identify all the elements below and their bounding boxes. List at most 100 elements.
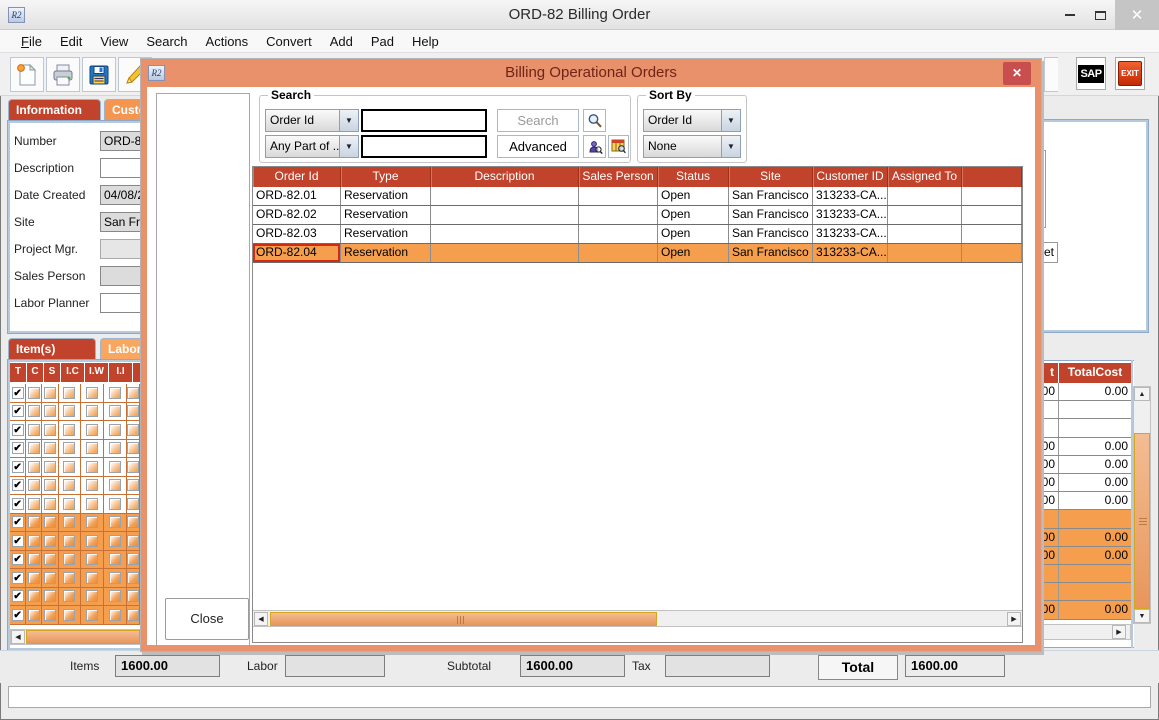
menu-pad[interactable]: Pad [362, 30, 403, 53]
checkbox-i.i[interactable] [109, 387, 121, 399]
checkbox-c[interactable] [28, 405, 40, 417]
checkbox-i.i[interactable] [109, 590, 121, 602]
checkbox-i.w[interactable] [86, 609, 98, 621]
item-row[interactable]: ✔ [10, 495, 140, 514]
checkbox-extra[interactable] [127, 498, 139, 510]
item-row[interactable]: ✔ [10, 384, 140, 403]
menu-search[interactable]: Search [137, 30, 196, 53]
print-button[interactable] [46, 57, 80, 92]
advanced-button[interactable]: Advanced [497, 135, 579, 158]
checkbox-s[interactable] [44, 405, 56, 417]
checkbox-i.c[interactable] [63, 553, 75, 565]
checkbox-i.c[interactable] [63, 590, 75, 602]
checkbox-t[interactable]: ✔ [12, 498, 24, 510]
checkbox-i.i[interactable] [109, 609, 121, 621]
chevron-down-icon[interactable]: ▼ [721, 110, 740, 131]
close-button[interactable]: ✕ [1115, 0, 1159, 30]
checkbox-extra[interactable] [127, 553, 139, 565]
checkbox-s[interactable] [44, 442, 56, 454]
checkbox-s[interactable] [44, 609, 56, 621]
chevron-down-icon[interactable]: ▼ [721, 136, 740, 157]
checkbox-c[interactable] [28, 498, 40, 510]
checkbox-extra[interactable] [127, 516, 139, 528]
menu-edit[interactable]: Edit [51, 30, 91, 53]
checkbox-extra[interactable] [127, 461, 139, 473]
checkbox-i.c[interactable] [63, 516, 75, 528]
checkbox-c[interactable] [28, 516, 40, 528]
checkbox-extra[interactable] [127, 609, 139, 621]
checkbox-c[interactable] [28, 590, 40, 602]
item-row[interactable]: ✔ [10, 514, 140, 533]
checkbox-t[interactable]: ✔ [12, 516, 24, 528]
checkbox-s[interactable] [44, 498, 56, 510]
item-row[interactable]: ✔ [10, 588, 140, 607]
search-input-2[interactable] [361, 135, 487, 158]
item-row[interactable]: ✔ [10, 551, 140, 570]
orders-row-ord-82.03[interactable]: ORD-82.03ReservationOpenSan Francisco313… [253, 225, 1022, 244]
checkbox-i.c[interactable] [63, 609, 75, 621]
checkbox-i.w[interactable] [86, 479, 98, 491]
orders-table-hscroll-thumb[interactable] [270, 612, 657, 626]
checkbox-t[interactable]: ✔ [12, 609, 24, 621]
checkbox-s[interactable] [44, 461, 56, 473]
orders-row-ord-82.04[interactable]: ORD-82.04ReservationOpenSan Francisco313… [253, 244, 1022, 263]
checkbox-i.w[interactable] [86, 535, 98, 547]
menu-help[interactable]: Help [403, 30, 448, 53]
cost-grid-vscroll-thumb[interactable] [1134, 433, 1150, 609]
checkbox-i.i[interactable] [109, 424, 121, 436]
chevron-down-icon[interactable]: ▼ [339, 110, 358, 131]
items-grid-hscrollbar[interactable]: ◀ [10, 629, 140, 645]
checkbox-c[interactable] [28, 442, 40, 454]
checkbox-i.i[interactable] [109, 461, 121, 473]
checkbox-s[interactable] [44, 479, 56, 491]
checkbox-i.i[interactable] [109, 405, 121, 417]
cost-grid-vscrollbar[interactable]: ▲ ▼ [1133, 386, 1151, 624]
minimize-button[interactable] [1055, 0, 1085, 30]
checkbox-s[interactable] [44, 535, 56, 547]
search-button[interactable]: Search [497, 109, 579, 132]
field-input-3[interactable]: San Fr [100, 212, 142, 232]
checkbox-i.c[interactable] [63, 461, 75, 473]
checkbox-i.i[interactable] [109, 442, 121, 454]
item-row[interactable]: ✔ [10, 440, 140, 459]
item-row[interactable]: ✔ [10, 458, 140, 477]
checkbox-i.w[interactable] [86, 442, 98, 454]
checkbox-c[interactable] [28, 461, 40, 473]
quick-search-button[interactable] [583, 109, 606, 132]
exit-button[interactable]: EXIT [1115, 57, 1145, 90]
checkbox-extra[interactable] [127, 424, 139, 436]
field-input-5[interactable] [100, 266, 142, 286]
menu-convert[interactable]: Convert [257, 30, 321, 53]
checkbox-i.w[interactable] [86, 387, 98, 399]
cost-grid-hscrollbar[interactable]: ▶ [1042, 624, 1131, 640]
checkbox-t[interactable]: ✔ [12, 442, 24, 454]
scroll-right-icon[interactable]: ▶ [1007, 612, 1021, 626]
checkbox-i.c[interactable] [63, 387, 75, 399]
checkbox-i.c[interactable] [63, 572, 75, 584]
checkbox-t[interactable]: ✔ [12, 479, 24, 491]
orders-row-ord-82.02[interactable]: ORD-82.02ReservationOpenSan Francisco313… [253, 206, 1022, 225]
chevron-down-icon[interactable]: ▼ [339, 136, 358, 157]
items-grid-hscroll-thumb[interactable] [26, 630, 140, 644]
tab-information[interactable]: Information [8, 99, 101, 121]
item-row[interactable]: ✔ [10, 421, 140, 440]
checkbox-i.i[interactable] [109, 553, 121, 565]
save-button[interactable] [82, 57, 116, 92]
checkbox-i.w[interactable] [86, 572, 98, 584]
checkbox-i.w[interactable] [86, 461, 98, 473]
item-row[interactable]: ✔ [10, 569, 140, 588]
orders-table-hscrollbar[interactable]: ◀ ▶ [253, 610, 1022, 627]
orders-row-ord-82.01[interactable]: ORD-82.01ReservationOpenSan Francisco313… [253, 187, 1022, 206]
checkbox-c[interactable] [28, 609, 40, 621]
checkbox-t[interactable]: ✔ [12, 535, 24, 547]
field-input-1[interactable] [100, 158, 142, 178]
field-input-2[interactable]: 04/08/2 [100, 185, 142, 205]
field-input-0[interactable]: ORD-8 [100, 131, 142, 151]
checkbox-s[interactable] [44, 387, 56, 399]
advanced-search-button[interactable] [583, 135, 606, 158]
checkbox-c[interactable] [28, 572, 40, 584]
checkbox-c[interactable] [28, 479, 40, 491]
checkbox-s[interactable] [44, 572, 56, 584]
checkbox-i.c[interactable] [63, 424, 75, 436]
checkbox-c[interactable] [28, 424, 40, 436]
